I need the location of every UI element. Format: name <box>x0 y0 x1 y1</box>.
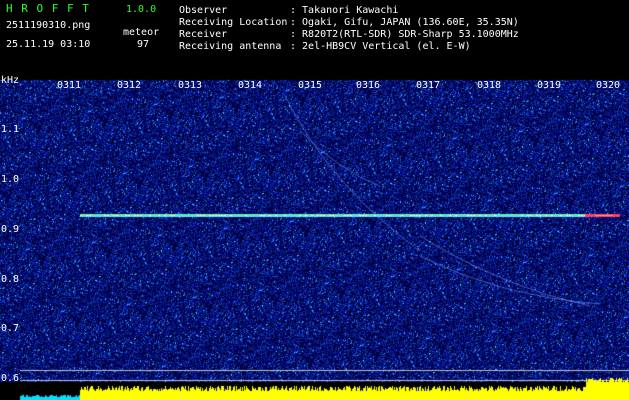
app-version: 1.0.0 <box>126 4 157 15</box>
x-tick-label: 0313 <box>178 80 203 91</box>
info-key-observer: Observer <box>179 5 228 16</box>
y-tick-label: 0.7 <box>1 323 20 334</box>
x-tick-label: 0312 <box>117 80 142 91</box>
y-tick-label: 0.9 <box>1 224 20 235</box>
y-axis-unit: kHz <box>1 75 20 86</box>
header-panel: H R O F F T 1.0.0 2511190310.png meteor … <box>0 0 629 76</box>
x-tick-label: 0318 <box>477 80 502 91</box>
x-tick-label: 0319 <box>537 80 562 91</box>
info-value-antenna: : 2el-HB9CV Vertical (el. E-W) <box>290 41 471 52</box>
y-tick-label: 1.0 <box>1 174 20 185</box>
datetime-label: 25.11.19 03:10 <box>6 39 91 50</box>
info-key-antenna: Receiving antenna <box>179 41 282 52</box>
x-tick-label: 0317 <box>416 80 441 91</box>
y-tick-label: 0.6 <box>1 373 20 384</box>
info-key-location: Receiving Location <box>179 17 288 28</box>
info-key-receiver: Receiver <box>179 29 228 40</box>
info-value-observer: : Takanori Kawachi <box>290 5 399 16</box>
meteor-label: meteor <box>123 27 160 38</box>
x-tick-label: 0315 <box>298 80 323 91</box>
meteor-count: 97 <box>137 39 150 50</box>
y-tick-label: 1.1 <box>1 124 20 135</box>
x-tick-label: 0314 <box>238 80 263 91</box>
app-title: H R O F F T <box>6 2 90 15</box>
x-tick-label: 0311 <box>57 80 82 91</box>
filename-label: 2511190310.png <box>6 20 91 31</box>
y-tick-label: 0.8 <box>1 274 20 285</box>
x-tick-label: 0316 <box>356 80 381 91</box>
x-tick-label: 0320 <box>596 80 621 91</box>
spectrogram-waterfall[interactable] <box>0 76 629 400</box>
info-value-receiver: : R820T2(RTL-SDR) SDR-Sharp 53.1000MHz <box>290 29 519 40</box>
info-value-location: : Ogaki, Gifu, JAPAN (136.60E, 35.35N) <box>290 17 519 28</box>
